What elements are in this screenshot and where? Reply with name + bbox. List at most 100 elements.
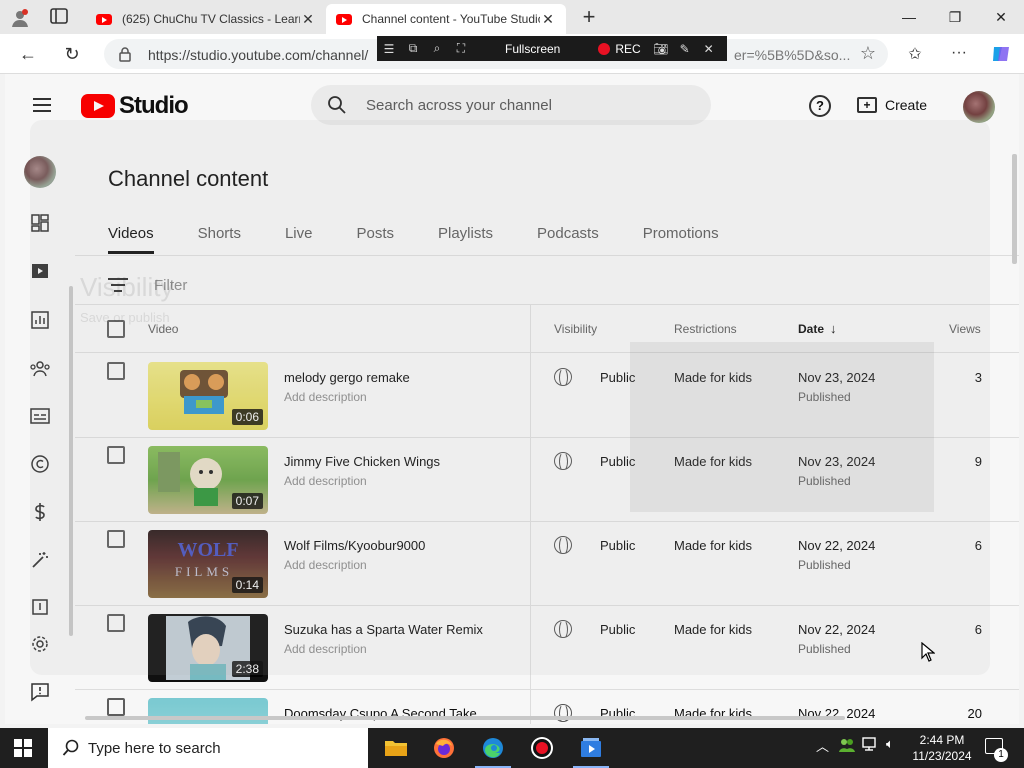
volume-icon[interactable]: 🔈︎ — [886, 736, 894, 752]
video-thumbnail[interactable]: 0:07 — [148, 446, 268, 514]
table-row[interactable]: WOLF FILMS 0:14 Wolf Films/Kyoobur9000 A… — [75, 522, 1019, 606]
analytics-icon[interactable] — [29, 309, 51, 331]
earn-dollar-icon[interactable] — [29, 501, 51, 523]
search-input[interactable] — [366, 94, 686, 116]
close-tab-icon[interactable]: ✕ — [300, 11, 316, 28]
table-row[interactable]: 2:38 Suzuka has a Sparta Water Remix Add… — [75, 606, 1019, 690]
dashboard-icon[interactable] — [29, 212, 51, 234]
hamburger-menu-icon[interactable] — [33, 98, 51, 112]
channel-search[interactable] — [311, 85, 711, 125]
video-title[interactable]: Wolf Films/Kyoobur9000 — [284, 538, 425, 553]
close-window-button[interactable]: ✕ — [990, 6, 1012, 28]
pip-icon[interactable]: ⧉ — [401, 41, 425, 56]
subtitles-icon[interactable] — [29, 405, 51, 427]
video-editor-app-icon[interactable] — [573, 734, 609, 768]
column-header-restrictions[interactable]: Restrictions — [674, 322, 737, 336]
browser-tab-active[interactable]: Channel content - YouTube Studio ✕ — [326, 4, 566, 34]
favorite-star-icon[interactable]: ☆ — [860, 43, 876, 64]
favorites-icon[interactable]: ✩ — [904, 44, 926, 64]
new-tab-button[interactable]: + — [578, 6, 600, 28]
vertical-scrollbar[interactable] — [1012, 154, 1017, 264]
screen-recorder-app-icon[interactable] — [528, 734, 556, 762]
video-thumbnail[interactable]: 0:06 — [148, 362, 268, 430]
record-button[interactable]: REC — [598, 42, 641, 56]
video-thumbnail[interactable]: 2:38 — [148, 614, 268, 682]
video-thumbnail[interactable]: WOLF FILMS 0:14 — [148, 530, 268, 598]
row-checkbox[interactable] — [107, 446, 125, 464]
firefox-icon[interactable] — [430, 734, 458, 762]
tab-posts[interactable]: Posts — [356, 214, 394, 254]
browser-tab[interactable]: (625) ChuChu TV Classics - Learn ✕ — [86, 4, 326, 34]
visibility-value[interactable]: Public — [600, 622, 635, 637]
row-checkbox[interactable] — [107, 530, 125, 548]
lock-icon[interactable] — [118, 46, 134, 62]
content-icon[interactable] — [29, 260, 51, 282]
community-icon[interactable] — [29, 357, 51, 379]
menu-icon[interactable]: ☰ — [377, 42, 401, 56]
filter-bar[interactable]: Filter — [108, 266, 187, 304]
account-avatar[interactable] — [963, 91, 995, 123]
column-header-visibility[interactable]: Visibility — [554, 322, 597, 336]
settings-gear-icon[interactable] — [29, 633, 51, 655]
visibility-value[interactable]: Public — [600, 370, 635, 385]
video-description[interactable]: Add description — [284, 474, 367, 488]
zoom-region-icon[interactable]: ⌕ — [425, 41, 449, 56]
filter-label[interactable]: Filter — [154, 277, 187, 294]
customization-wand-icon[interactable] — [29, 549, 51, 571]
row-checkbox[interactable] — [107, 614, 125, 632]
file-explorer-icon[interactable] — [382, 734, 410, 762]
help-icon[interactable]: ? — [809, 95, 831, 117]
copilot-icon[interactable] — [990, 44, 1012, 64]
more-options-icon[interactable]: ··· — [948, 44, 970, 64]
channel-avatar[interactable] — [24, 156, 56, 188]
tab-actions-icon[interactable] — [50, 8, 70, 26]
profile-icon[interactable] — [8, 6, 32, 30]
column-header-views[interactable]: Views — [949, 322, 981, 336]
tab-playlists[interactable]: Playlists — [438, 214, 493, 254]
close-recorder-icon[interactable]: ✕ — [697, 42, 721, 56]
taskbar-search-input[interactable] — [88, 738, 358, 758]
table-row[interactable]: 0:06 melody gergo remake Add description… — [75, 354, 1019, 438]
video-description[interactable]: Add description — [284, 390, 367, 404]
close-tab-icon[interactable]: ✕ — [540, 11, 556, 28]
fullscreen-button[interactable]: Fullscreen — [505, 42, 560, 56]
horizontal-scrollbar[interactable] — [85, 716, 845, 720]
visibility-value[interactable]: Public — [600, 538, 635, 553]
create-button[interactable]: + Create — [857, 90, 927, 120]
camera-icon[interactable]: 📷︎ — [649, 42, 673, 56]
select-all-checkbox[interactable] — [107, 320, 125, 338]
minimize-button[interactable]: — — [898, 6, 920, 28]
tab-podcasts[interactable]: Podcasts — [537, 214, 599, 254]
copyright-icon[interactable] — [29, 453, 51, 475]
restore-button[interactable]: ❐ — [944, 6, 966, 28]
audio-library-icon[interactable] — [29, 596, 51, 618]
show-hidden-icons[interactable]: ︿ — [816, 736, 829, 755]
table-row[interactable]: 0:07 Jimmy Five Chicken Wings Add descri… — [75, 438, 1019, 522]
row-checkbox[interactable] — [107, 362, 125, 380]
video-description[interactable]: Add description — [284, 558, 367, 572]
system-clock[interactable]: 2:44 PM 11/23/2024 — [912, 732, 972, 764]
video-thumbnail[interactable] — [148, 698, 268, 724]
row-checkbox[interactable] — [107, 698, 125, 716]
refresh-button[interactable]: ↻ — [60, 42, 84, 66]
tab-promotions[interactable]: Promotions — [643, 214, 719, 254]
tab-videos[interactable]: Videos — [108, 214, 154, 254]
tab-live[interactable]: Live — [285, 214, 313, 254]
sidebar-scrollbar[interactable] — [69, 286, 73, 636]
windows-start-icon[interactable] — [14, 739, 32, 757]
visibility-value[interactable]: Public — [600, 454, 635, 469]
tab-shorts[interactable]: Shorts — [198, 214, 241, 254]
pen-icon[interactable]: ✎ — [673, 42, 697, 56]
feedback-icon[interactable] — [29, 681, 51, 703]
network-icon[interactable] — [862, 736, 880, 755]
filter-icon[interactable] — [108, 278, 128, 292]
crop-icon[interactable]: ⛶ — [449, 41, 473, 56]
video-description[interactable]: Add description — [284, 642, 367, 656]
column-header-date[interactable]: Date — [798, 322, 824, 336]
studio-logo[interactable]: Studio — [81, 92, 189, 120]
video-title[interactable]: melody gergo remake — [284, 370, 410, 385]
back-button[interactable]: ← — [16, 42, 40, 66]
video-title[interactable]: Suzuka has a Sparta Water Remix — [284, 622, 483, 637]
taskbar-search[interactable] — [48, 728, 368, 768]
edge-browser-icon[interactable] — [475, 734, 511, 768]
